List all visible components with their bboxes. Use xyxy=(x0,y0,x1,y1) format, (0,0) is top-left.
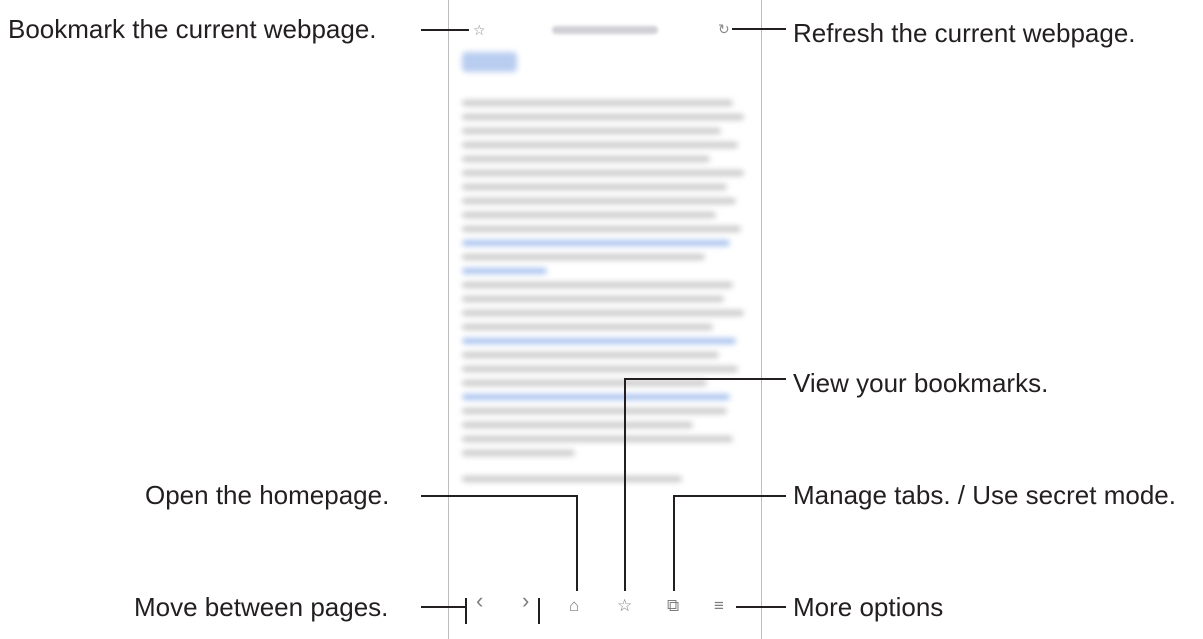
leader-refresh xyxy=(732,28,786,30)
callout-view-bookmarks: View your bookmarks. xyxy=(793,368,1049,398)
callout-move-pages: Move between pages. xyxy=(134,592,389,622)
page-body-blurred xyxy=(462,92,744,572)
leader-manage-tabs-v xyxy=(673,495,675,591)
home-icon[interactable]: ⌂ xyxy=(569,597,579,614)
leader-move-pages-h xyxy=(421,606,465,608)
callout-more-options: More options xyxy=(793,592,944,622)
callout-homepage: Open the homepage. xyxy=(145,480,390,510)
leader-view-bookmarks-v xyxy=(624,378,626,591)
callout-bookmark-page: Bookmark the current webpage. xyxy=(8,14,377,44)
tabs-icon[interactable]: ⧉ xyxy=(667,597,679,614)
leader-move-pages-right xyxy=(538,598,540,624)
leader-homepage-h xyxy=(421,495,578,497)
forward-icon[interactable]: › xyxy=(522,590,529,612)
leader-more-options xyxy=(736,606,786,608)
refresh-icon[interactable]: ↻ xyxy=(718,22,730,36)
leader-view-bookmarks-h xyxy=(624,378,786,380)
leader-homepage-v xyxy=(576,495,578,591)
leader-bookmark-page xyxy=(421,29,469,31)
callout-refresh: Refresh the current webpage. xyxy=(793,18,1136,48)
back-icon[interactable]: ‹ xyxy=(476,590,483,612)
page-heading-blurred xyxy=(462,52,517,72)
bookmarks-icon[interactable]: ☆ xyxy=(617,597,632,614)
menu-icon[interactable]: ≡ xyxy=(714,597,724,614)
callout-manage-tabs: Manage tabs. / Use secret mode. xyxy=(793,480,1176,510)
leader-move-pages-left xyxy=(465,598,467,624)
leader-manage-tabs-h xyxy=(673,495,786,497)
bookmark-star-icon[interactable]: ☆ xyxy=(473,23,486,37)
url-bar[interactable] xyxy=(552,26,658,34)
